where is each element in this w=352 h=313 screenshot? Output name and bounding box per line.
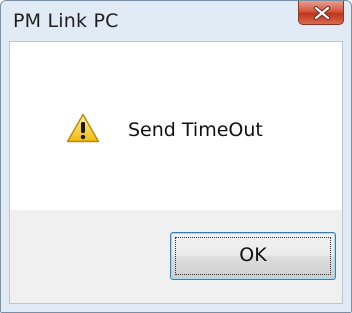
close-icon [314, 6, 330, 20]
close-button[interactable] [298, 1, 344, 25]
window-frame-bottom [1, 304, 351, 312]
warning-icon [66, 113, 100, 143]
title-bar[interactable]: PM Link PC [1, 1, 351, 41]
dialog-content: Send TimeOut OK [9, 41, 343, 304]
dialog-window: PM Link PC Send TimeOut OK [0, 0, 352, 313]
ok-button[interactable]: OK [170, 232, 336, 280]
window-title: PM Link PC [13, 10, 119, 32]
message-area: Send TimeOut [10, 42, 342, 210]
message-text: Send TimeOut [128, 119, 263, 141]
window-frame-right [343, 41, 351, 312]
button-area: OK [10, 210, 342, 303]
window-frame-left [1, 41, 9, 312]
ok-button-label: OK [239, 244, 267, 266]
